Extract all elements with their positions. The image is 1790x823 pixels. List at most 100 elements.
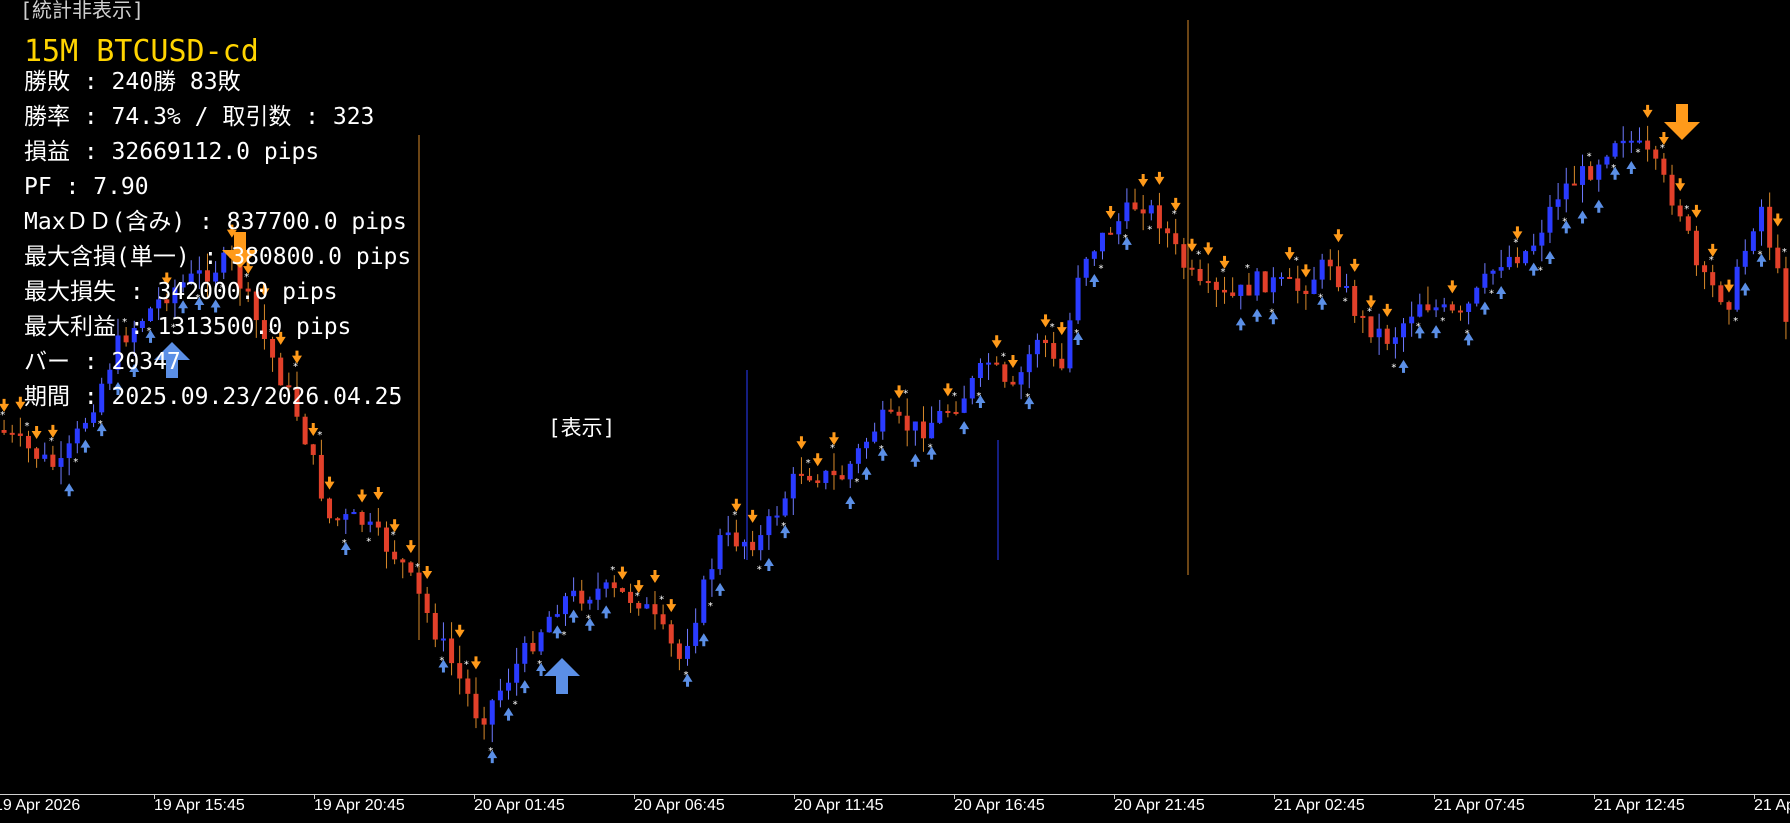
candle-body	[1075, 277, 1081, 321]
candle-body	[1555, 199, 1561, 207]
sell-arrow-small	[1203, 242, 1214, 256]
marker-star: *	[1294, 256, 1299, 267]
candle-body	[872, 431, 878, 442]
candle-body	[1173, 233, 1179, 245]
marker-star: *	[24, 421, 29, 432]
candle-body	[1002, 364, 1008, 382]
candle-body	[790, 473, 796, 499]
marker-star: *	[1733, 316, 1738, 327]
candle-body	[1702, 265, 1708, 273]
time-axis-line	[0, 794, 1790, 795]
candle-body	[1238, 284, 1244, 296]
time-axis-label: 20 Apr 11:45	[794, 797, 884, 814]
time-axis-label: 21 Apr 12:45	[1594, 797, 1685, 814]
candle-body	[1368, 316, 1374, 338]
candle-body	[1742, 250, 1748, 267]
sell-arrow-small	[1333, 229, 1344, 243]
candle-body	[945, 411, 951, 414]
sell-arrow-small	[357, 489, 368, 503]
candle-body	[937, 411, 943, 423]
candle-body	[270, 339, 276, 358]
candle-body	[25, 435, 31, 449]
sell-arrow-small	[812, 453, 823, 467]
candle-body	[1449, 304, 1455, 311]
candle-body	[66, 443, 72, 459]
sell-arrow-small	[324, 476, 335, 490]
marker-star: *	[366, 536, 371, 547]
candle-body	[1067, 320, 1073, 369]
candle-body	[327, 498, 333, 519]
marker-star: *	[1538, 265, 1543, 276]
candle-body	[636, 602, 642, 609]
candle-body	[278, 357, 284, 386]
candle-body	[1197, 268, 1203, 282]
marker-star: *	[415, 562, 420, 573]
sell-arrow-small	[991, 335, 1002, 349]
sell-arrow-small	[31, 425, 42, 439]
candle-body	[815, 480, 821, 483]
buy-arrow-small	[1626, 160, 1637, 174]
candle-body	[1124, 202, 1130, 222]
buy-arrow-small	[1479, 301, 1490, 315]
candle-body	[538, 632, 544, 652]
candle-body	[961, 398, 967, 413]
time-axis-tick	[1754, 794, 1755, 799]
candle-body	[42, 454, 48, 459]
sell-arrow-small	[1675, 178, 1686, 192]
marker-star: *	[610, 565, 615, 576]
sell-arrow-small	[1642, 104, 1653, 118]
candle-body	[383, 527, 389, 552]
candle-body	[912, 421, 918, 431]
stat-max-loss: 最大損失 : 342000.0 pips	[24, 279, 338, 305]
sell-arrow-small	[454, 624, 465, 638]
candle-body	[1588, 166, 1594, 180]
candle-body	[1401, 323, 1407, 338]
candle-body	[1645, 140, 1651, 150]
buy-arrow-small	[763, 557, 774, 571]
buy-arrow-small	[910, 453, 921, 467]
buy-arrow-small	[861, 466, 872, 480]
stats-hide-toggle[interactable]: [統計非表示]	[20, 0, 144, 23]
candle-body	[595, 588, 601, 600]
candle-body	[839, 475, 845, 480]
marker-star: *	[708, 601, 713, 612]
candle-body	[953, 411, 959, 414]
candle-body	[9, 432, 15, 435]
candle-body	[1303, 290, 1309, 294]
candle-body	[1604, 156, 1610, 165]
time-axis-tick	[954, 794, 955, 799]
sell-arrow-small	[1056, 322, 1067, 336]
candle-body	[1750, 231, 1756, 251]
candle-body	[1425, 304, 1431, 311]
sell-arrow-small	[666, 599, 677, 613]
buy-arrow-small	[64, 483, 75, 497]
marker-star: *	[830, 443, 835, 454]
time-axis-label: 20 Apr 16:45	[954, 797, 1045, 814]
marker-star: *	[561, 630, 566, 641]
candle-body	[1457, 310, 1463, 313]
sell-arrow-small	[1154, 171, 1165, 185]
candle-body	[750, 541, 756, 551]
candle-body	[546, 616, 552, 633]
marker-star: *	[0, 410, 5, 421]
time-axis-label: 21 Ap	[1754, 797, 1790, 814]
marker-star: *	[1660, 143, 1665, 154]
marker-star: *	[1221, 267, 1226, 278]
show-stats-toggle[interactable]: [表示]	[548, 412, 615, 442]
candle-body	[1417, 304, 1423, 317]
candle-body	[1010, 381, 1016, 385]
time-axis-label: 21 Apr 02:45	[1274, 797, 1365, 814]
candle-body	[619, 588, 625, 592]
candle-body	[579, 590, 585, 604]
time-axis-tick	[1274, 794, 1275, 799]
time-axis-tick	[634, 794, 635, 799]
marker-star: *	[635, 591, 640, 602]
candle-body	[864, 441, 870, 449]
marker-star: *	[732, 510, 737, 521]
candle-body	[888, 409, 894, 412]
candle-body	[1287, 276, 1293, 279]
candle-body	[1295, 278, 1301, 291]
candle-body	[440, 638, 446, 641]
candle-body	[432, 612, 438, 640]
stat-bars: バー : 20347	[24, 349, 181, 375]
